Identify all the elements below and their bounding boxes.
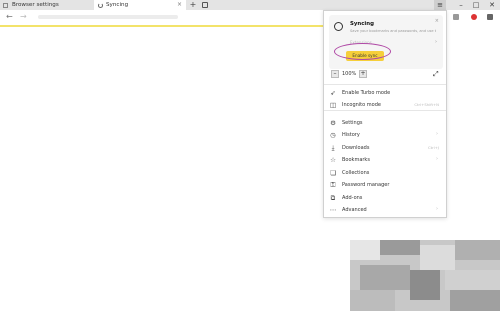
zoom-out-button[interactable]: – [331, 70, 339, 78]
forward-button[interactable]: → [20, 12, 27, 21]
chevron-right-icon[interactable]: › [435, 39, 437, 45]
tab-bar: Browser settings Syncing × + ≡ – □ ✕ [0, 0, 500, 10]
menu-item-label: Password manager [342, 182, 390, 188]
shortcut-hint: Ctrl+J [427, 145, 439, 150]
menu-item-collections[interactable]: ❏ Collections [329, 168, 443, 178]
chevron-right-icon: › [436, 206, 438, 212]
menu-item-incognito[interactable]: ◫ Incognito mode Ctrl+Shift+N [329, 100, 443, 110]
maximize-button[interactable]: □ [470, 0, 482, 10]
menu-item-label: Add-ons [342, 195, 363, 201]
menu-item-label: Bookmarks [342, 157, 370, 163]
sync-subtitle: Save your bookmarks and passwords, and u… [350, 29, 436, 33]
download-icon: ⤓ [331, 144, 335, 152]
new-tab-button[interactable]: + [189, 0, 197, 10]
menu-item-bookmarks[interactable]: ☆ Bookmarks › [329, 155, 443, 165]
menu-item-label: Advanced [342, 207, 367, 213]
shortcut-hint: Ctrl+Shift+N [414, 102, 439, 107]
menu-item-label: Incognito mode [342, 102, 381, 108]
extension-icon[interactable] [487, 14, 493, 20]
tab-title: Syncing [106, 2, 129, 8]
zoom-level: 100% [342, 71, 357, 77]
highlight-annotation [334, 43, 391, 60]
menu-item-turbo[interactable]: ➶ Enable Turbo mode [329, 88, 443, 98]
zoom-in-button[interactable]: + [359, 70, 367, 78]
menu-item-label: Collections [342, 170, 370, 176]
tab-syncing[interactable]: Syncing × [94, 0, 186, 10]
settings-tab-icon [3, 2, 8, 8]
divider [324, 110, 446, 111]
menu-button[interactable]: ≡ [434, 0, 446, 10]
tabs-overview-icon[interactable] [202, 2, 208, 8]
menu-item-password-manager[interactable]: ⚿ Password manager [329, 180, 443, 190]
extension-icon[interactable] [471, 14, 477, 20]
rocket-icon: ➶ [330, 89, 336, 97]
menu-item-label: Enable Turbo mode [342, 90, 391, 96]
loading-icon [98, 2, 103, 8]
fullscreen-icon[interactable]: ⤢ [433, 70, 441, 78]
close-tab-icon[interactable]: × [177, 1, 182, 8]
chevron-right-icon: › [436, 131, 438, 137]
page-load-progress [0, 25, 323, 27]
mask-icon: ◫ [329, 101, 337, 109]
star-icon: ☆ [330, 156, 336, 164]
gear-icon: ⚙ [330, 119, 336, 127]
menu-item-advanced[interactable]: ⋯ Advanced › [329, 205, 443, 215]
tab-browser-settings[interactable]: Browser settings [0, 0, 94, 10]
menu-item-history[interactable]: ◷ History › [329, 130, 443, 140]
collection-icon: ❏ [330, 169, 336, 177]
browser-menu: Syncing Save your bookmarks and password… [323, 10, 447, 218]
zoom-controls: – 100% + ⤢ [329, 70, 443, 80]
menu-item-add-ons[interactable]: ⧉ Add-ons [329, 193, 443, 203]
more-icon: ⋯ [329, 206, 337, 214]
clock-icon: ◷ [330, 131, 336, 139]
close-icon[interactable]: × [435, 18, 439, 24]
menu-item-downloads[interactable]: ⤓ Downloads Ctrl+J [329, 143, 443, 153]
menu-item-settings[interactable]: ⚙ Settings [329, 118, 443, 128]
menu-item-label: Downloads [342, 145, 370, 151]
chevron-right-icon: › [436, 156, 438, 162]
tab-title: Browser settings [12, 2, 59, 8]
key-icon: ⚿ [330, 181, 336, 189]
sync-title: Syncing [350, 21, 374, 27]
watermark [350, 240, 500, 311]
extension-icon[interactable] [453, 14, 459, 20]
menu-item-label: History [342, 132, 360, 138]
profile-icon [334, 22, 343, 31]
menu-item-label: Settings [342, 120, 363, 126]
url-field[interactable] [38, 15, 178, 19]
minimize-button[interactable]: – [455, 0, 467, 10]
close-window-button[interactable]: ✕ [486, 0, 498, 10]
sync-card: Syncing Save your bookmarks and password… [329, 15, 443, 69]
puzzle-icon: ⧉ [330, 194, 336, 202]
divider [324, 84, 446, 85]
back-button[interactable]: ← [6, 12, 13, 21]
